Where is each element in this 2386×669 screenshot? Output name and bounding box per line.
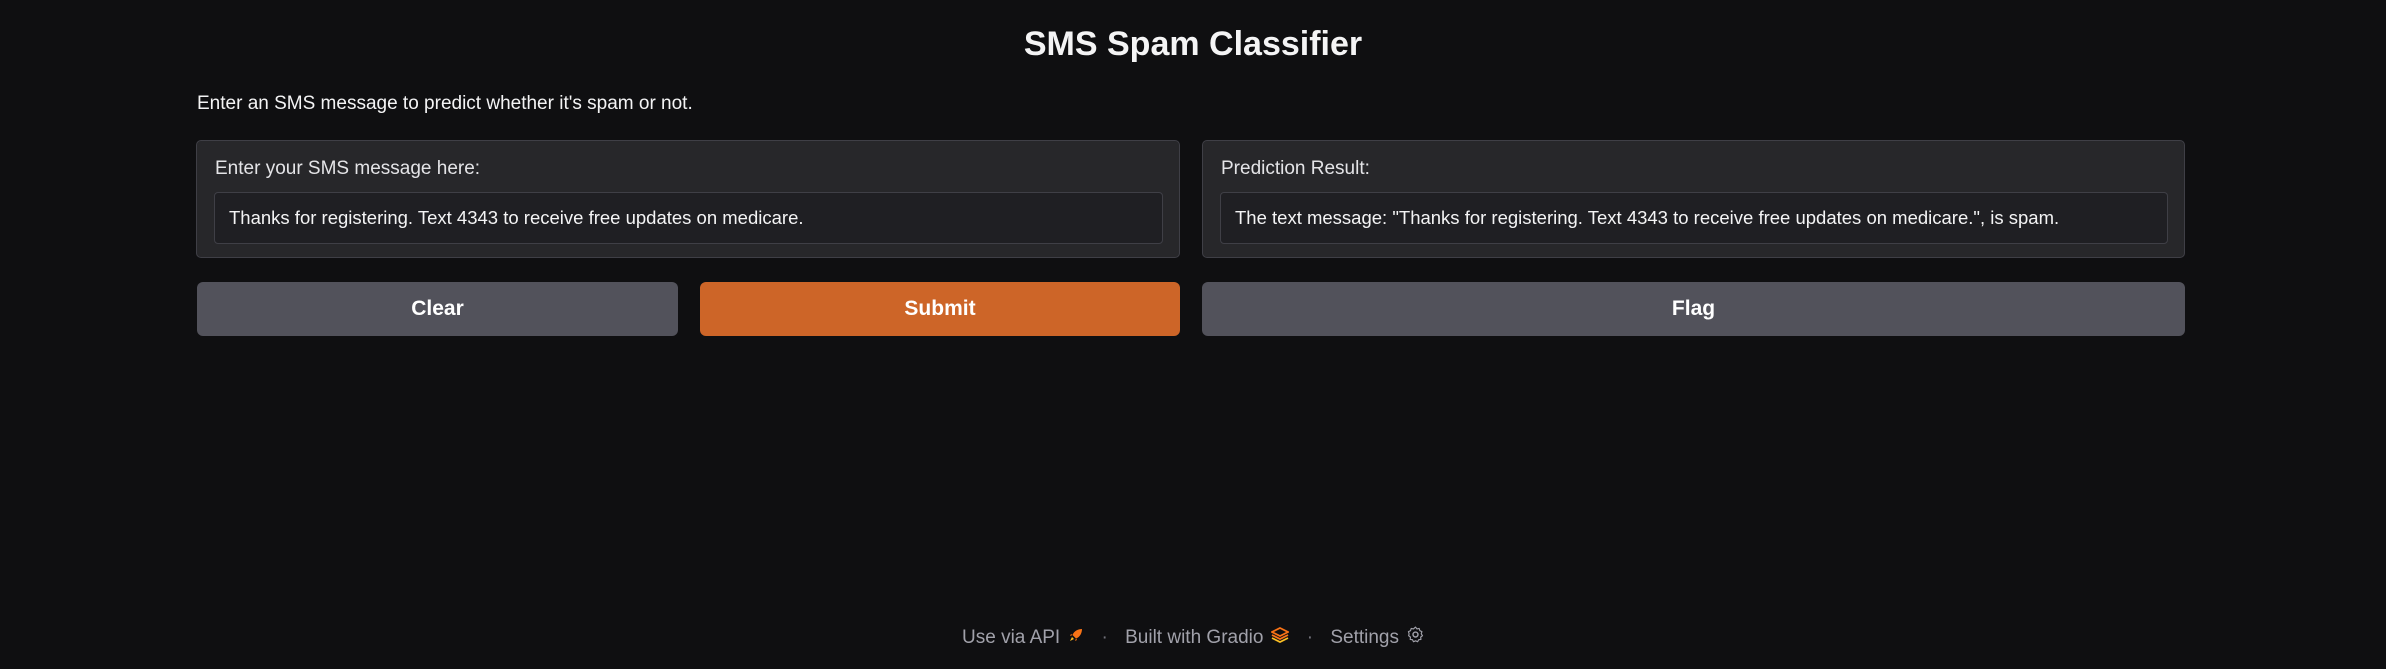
gradio-logo-icon — [1270, 625, 1291, 651]
app-root: SMS Spam Classifier Enter an SMS message… — [0, 0, 2386, 669]
gear-icon — [1407, 625, 1424, 651]
page-title: SMS Spam Classifier — [1023, 25, 1363, 63]
submit-button[interactable]: Submit — [700, 282, 1180, 336]
clear-button[interactable]: Clear — [197, 282, 678, 336]
use-via-api-link[interactable]: Use via API — [962, 627, 1084, 648]
footer: Use via API · Built with Gradio · Settin… — [0, 625, 2386, 651]
flag-button[interactable]: Flag — [1202, 282, 2185, 336]
prediction-result-output: The text message: "Thanks for registerin… — [1220, 192, 2168, 244]
sms-message-input[interactable] — [214, 192, 1163, 244]
output-panel: Prediction Result: The text message: "Th… — [1202, 140, 2185, 258]
built-with-gradio-link[interactable]: Built with Gradio — [1125, 625, 1291, 651]
input-panel: Enter your SMS message here: — [196, 140, 1180, 258]
use-via-api-label: Use via API — [962, 627, 1061, 649]
input-label: Enter your SMS message here: — [215, 158, 481, 179]
rocket-icon — [1068, 625, 1084, 651]
settings-label: Settings — [1330, 627, 1399, 649]
built-with-gradio-label: Built with Gradio — [1125, 627, 1264, 649]
page-description: Enter an SMS message to predict whether … — [197, 93, 693, 114]
footer-separator: · — [1101, 627, 1108, 649]
footer-separator: · — [1306, 627, 1314, 649]
settings-link[interactable]: Settings — [1330, 625, 1424, 651]
output-label: Prediction Result: — [1221, 158, 1370, 179]
